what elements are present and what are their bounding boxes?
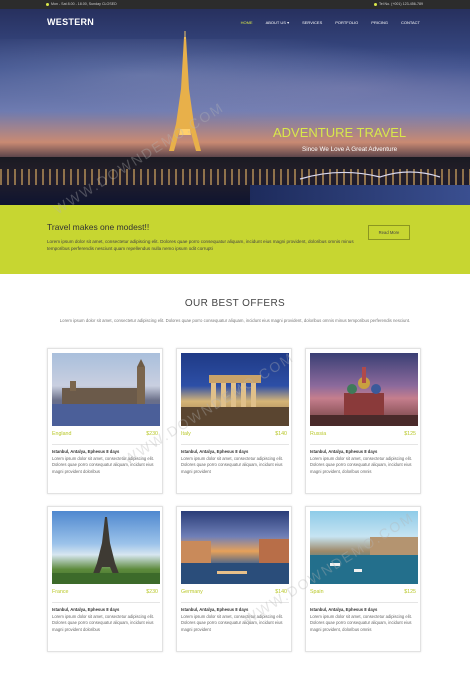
offer-price: $230 — [146, 589, 158, 595]
offers-subtitle: Lorem ipsum dolor sit amet, consectetur … — [59, 318, 411, 323]
opening-hours: Mon - Sat 8.00 - 18.00, Sunday CLOSED — [46, 0, 117, 9]
offer-route: Istanbul, Antalya, Ephesus 8 days — [181, 607, 249, 612]
phone-info: Tel No. (+001) 123-456-789 — [373, 0, 423, 9]
offer-price: $230 — [146, 431, 158, 437]
main-navbar: WESTERN HOME ABOUT US ▾ SERVICES PORTFOL… — [0, 9, 470, 35]
nav-home[interactable]: HOME — [241, 20, 253, 25]
offer-description: Lorem ipsum dolor sit amet, consectetur … — [310, 456, 412, 474]
card-divider — [181, 602, 289, 603]
offer-card-england[interactable]: England $230 Istanbul, Antalya, Ephesus … — [47, 348, 163, 494]
nav-about-us[interactable]: ABOUT US ▾ — [266, 20, 290, 25]
offer-name[interactable]: Spain — [310, 589, 324, 595]
offer-name[interactable]: Italy — [181, 431, 191, 437]
card-divider — [310, 444, 418, 445]
offer-description: Lorem ipsum dolor sit amet, consectetur … — [52, 614, 154, 632]
read-more-button[interactable]: Read More — [368, 225, 410, 240]
offer-description: Lorem ipsum dolor sit amet, consectetur … — [52, 456, 154, 474]
nav-services[interactable]: SERVICES — [302, 20, 322, 25]
nav-pricing[interactable]: PRICING — [371, 20, 388, 25]
offer-route: Istanbul, Antalya, Ephesus 8 days — [52, 607, 120, 612]
offer-description: Lorem ipsum dolor sit amet, consectetur … — [181, 456, 283, 474]
card-divider — [52, 444, 160, 445]
france-photo[interactable] — [52, 511, 160, 584]
england-photo[interactable] — [52, 353, 160, 426]
offer-route: Istanbul, Antalya, Ephesus 8 days — [181, 449, 249, 454]
offer-name[interactable]: England — [52, 431, 71, 437]
card-divider — [310, 602, 418, 603]
offer-price: $140 — [275, 589, 287, 595]
offer-name[interactable]: France — [52, 589, 69, 595]
offer-card-italy[interactable]: Italy $140 Istanbul, Antalya, Ephesus 8 … — [176, 348, 292, 494]
clock-icon — [46, 3, 49, 6]
offer-card-spain[interactable]: Spain $125 Istanbul, Antalya, Ephesus 8 … — [305, 506, 421, 652]
italy-photo[interactable] — [181, 353, 289, 426]
offer-description: Lorem ipsum dolor sit amet, consectetur … — [310, 614, 412, 632]
phone-icon — [373, 3, 377, 6]
russia-photo[interactable] — [310, 353, 418, 426]
card-divider — [52, 602, 160, 603]
promo-title: Travel makes one modest!! — [47, 222, 150, 232]
offer-route: Istanbul, Antalya, Ephesus 8 days — [310, 449, 378, 454]
hero-banner — [0, 9, 470, 205]
offer-price: $125 — [404, 589, 416, 595]
offer-card-france[interactable]: France $230 Istanbul, Antalya, Ephesus 8… — [47, 506, 163, 652]
promo-text: Lorem ipsum dolor sit amet, consectetur … — [47, 239, 354, 251]
nav-portfolio[interactable]: PORTFOLIO — [335, 20, 358, 25]
main-menu: HOME ABOUT US ▾ SERVICES PORTFOLIO PRICI… — [241, 20, 420, 25]
germany-photo[interactable] — [181, 511, 289, 584]
nav-contact[interactable]: CONTACT — [401, 20, 420, 25]
top-info-bar: Mon - Sat 8.00 - 18.00, Sunday CLOSED Te… — [0, 0, 470, 9]
offer-route: Istanbul, Antalya, Ephesus 8 days — [310, 607, 378, 612]
site-logo[interactable]: WESTERN — [47, 17, 94, 27]
offer-name[interactable]: Germany — [181, 589, 203, 595]
phone-text: Tel No. (+001) 123-456-789 — [378, 2, 423, 6]
offer-price: $140 — [275, 431, 287, 437]
offer-price: $125 — [404, 431, 416, 437]
offer-card-germany[interactable]: Germany $140 Istanbul, Antalya, Ephesus … — [176, 506, 292, 652]
hero-subtitle: Since We Love A Great Adventure — [302, 146, 398, 153]
hero-title: ADVENTURE TRAVEL — [273, 125, 407, 140]
offers-title: OUR BEST OFFERS — [184, 298, 286, 309]
opening-hours-text: Mon - Sat 8.00 - 18.00, Sunday CLOSED — [51, 2, 117, 6]
card-divider — [181, 444, 289, 445]
eiffel-tower-illustration — [169, 31, 441, 180]
offer-card-russia[interactable]: Russia $125 Istanbul, Antalya, Ephesus 8… — [305, 348, 421, 494]
offer-description: Lorem ipsum dolor sit amet, consectetur … — [181, 614, 283, 632]
offer-route: Istanbul, Antalya, Ephesus 8 days — [52, 449, 120, 454]
spain-photo[interactable] — [310, 511, 418, 584]
offer-name[interactable]: Russia — [310, 431, 326, 437]
